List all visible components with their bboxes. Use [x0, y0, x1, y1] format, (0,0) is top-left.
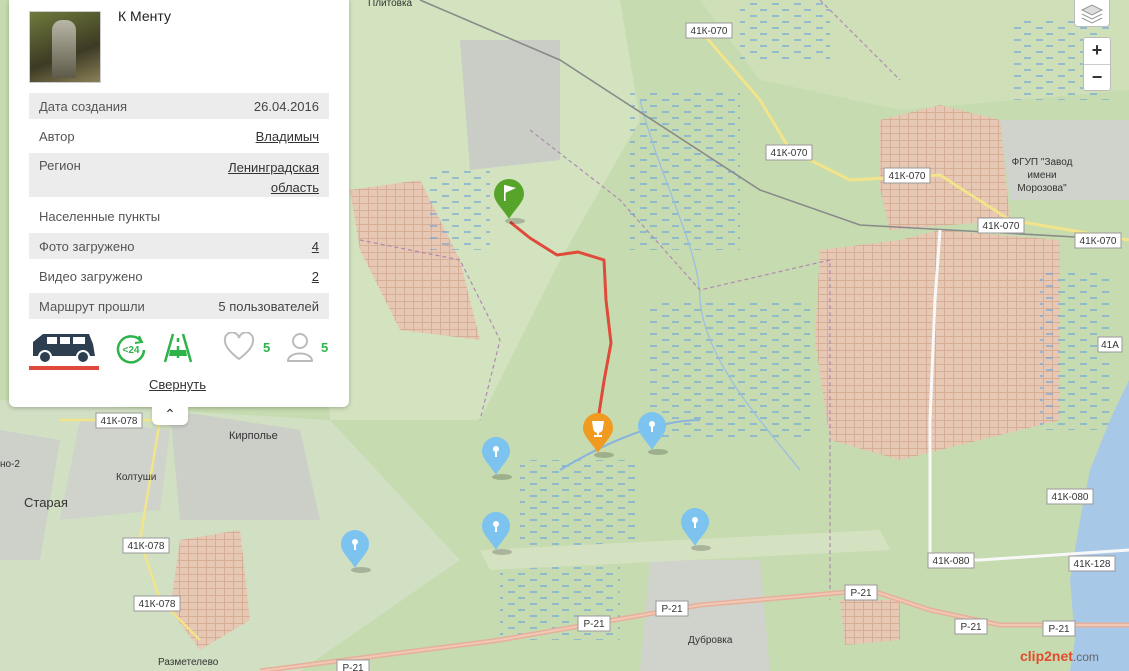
- route-badges: <24 5 5: [29, 330, 339, 370]
- layers-icon: [1080, 4, 1104, 24]
- field-row-created: Дата создания 26.04.2016: [29, 93, 329, 119]
- route-info-panel: К Менту Дата создания 26.04.2016 Автор В…: [9, 0, 349, 407]
- road-label: Р-21: [850, 588, 872, 599]
- collapse-link[interactable]: Свернуть: [149, 377, 206, 392]
- field-label: Фото загружено: [39, 238, 135, 254]
- field-value: 26.04.2016: [253, 98, 319, 114]
- watermark: clip2net.com: [1020, 648, 1099, 664]
- place-label: но-2: [0, 459, 20, 470]
- road-label: Р-21: [661, 604, 683, 615]
- road-label: Р-21: [342, 663, 364, 671]
- author-link[interactable]: Владимыч: [256, 129, 319, 144]
- road-label: 41К-070: [983, 221, 1020, 232]
- zoom-in-button[interactable]: +: [1084, 38, 1110, 65]
- place-label: Кирполье: [229, 430, 278, 442]
- hours-badge-text: <24: [123, 345, 140, 356]
- road-label: Р-21: [1048, 624, 1070, 635]
- road-label: Р-21: [583, 619, 605, 630]
- field-label: Автор: [39, 128, 75, 144]
- field-label: Маршрут прошли: [39, 298, 145, 314]
- road-label: 41К-070: [1080, 236, 1117, 247]
- road-label: 41К-080: [933, 556, 970, 567]
- route-photo-thumbnail[interactable]: [29, 11, 101, 83]
- road-label: 41К-078: [128, 541, 165, 552]
- field-label: Видео загружено: [39, 268, 143, 284]
- videos-count-link[interactable]: 2: [312, 269, 319, 284]
- region-link[interactable]: Ленинградская область: [228, 160, 319, 195]
- place-label: ФГУП "Завод: [1012, 157, 1073, 168]
- offroad-icon: [163, 333, 193, 363]
- road-label: 41К-070: [771, 148, 808, 159]
- place-label: Старая: [24, 495, 68, 510]
- heart-icon[interactable]: [223, 332, 255, 362]
- place-label: Колтуши: [116, 472, 156, 483]
- users-count: 5: [321, 340, 329, 355]
- field-row-completed: Маршрут прошли 5 пользователей: [29, 293, 329, 319]
- under-24h-icon: <24: [116, 335, 146, 364]
- route-title: К Менту: [118, 8, 171, 24]
- field-value: 5 пользователей: [218, 298, 319, 314]
- zoom-out-button[interactable]: −: [1084, 65, 1110, 91]
- field-row-photos: Фото загружено 4: [29, 233, 329, 259]
- chevron-up-icon: ⌃: [164, 406, 176, 422]
- field-row-videos: Видео загружено 2: [29, 263, 329, 289]
- road-label: 41К-070: [889, 171, 926, 182]
- field-label: Регион: [39, 158, 81, 173]
- road-label: 41К-078: [101, 416, 138, 427]
- photos-count-link[interactable]: 4: [312, 239, 319, 254]
- layers-button[interactable]: [1074, 0, 1110, 27]
- road-label: 41К-080: [1052, 492, 1089, 503]
- road-label: 41К-070: [691, 26, 728, 37]
- place-label: Морозова": [1017, 183, 1067, 194]
- likes-count: 5: [263, 340, 271, 355]
- road-label: 41К-078: [139, 599, 176, 610]
- field-row-author: Автор Владимыч: [29, 123, 329, 149]
- place-label: Дубровка: [688, 634, 733, 646]
- selected-indicator: [29, 366, 99, 370]
- zoom-control: + −: [1083, 37, 1111, 91]
- road-label: 41К-128: [1074, 559, 1111, 570]
- field-label: Дата создания: [39, 98, 128, 114]
- field-row-settlements: Населенные пункты: [29, 203, 329, 229]
- place-label: имени: [1027, 170, 1056, 181]
- suv-icon: [33, 334, 95, 364]
- user-icon: [286, 333, 314, 362]
- collapse-toggle[interactable]: ⌃: [152, 407, 188, 425]
- place-label: Плитовка: [368, 0, 413, 9]
- road-label: 41А: [1101, 340, 1119, 351]
- place-label: Разметелево: [158, 657, 219, 668]
- field-label: Населенные пункты: [39, 208, 161, 224]
- road-label: Р-21: [960, 622, 982, 633]
- field-row-region: Регион Ленинградская область: [29, 153, 329, 197]
